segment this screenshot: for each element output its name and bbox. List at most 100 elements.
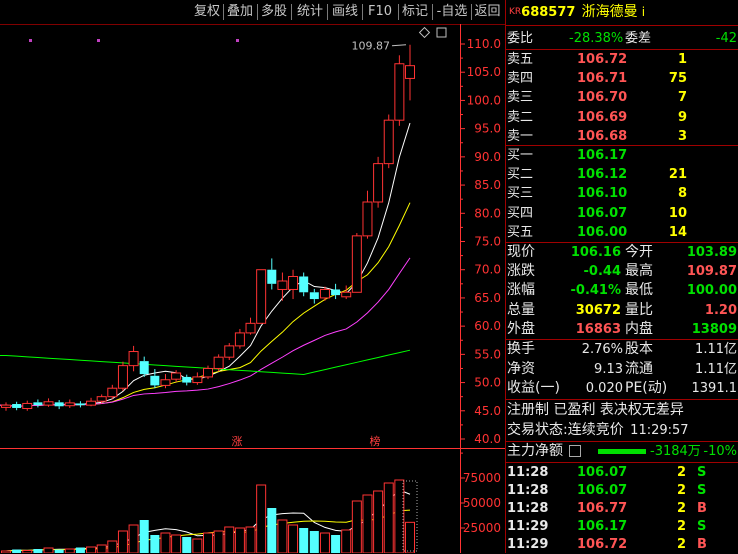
candle-body[interactable]: [203, 367, 213, 378]
kline-chart[interactable]: 110.0 105.0 100.0 95.0 90.0 85.0 80.0 75.0 70.0 6…: [0, 24, 505, 553]
candle-body[interactable]: [139, 361, 149, 375]
bid-label: 买四: [507, 205, 534, 221]
ask-row[interactable]: 卖四 106.71 75: [507, 69, 737, 88]
volume-bar: [117, 530, 128, 553]
event-dot[interactable]: [29, 39, 32, 42]
bid-label: 买三: [507, 186, 534, 202]
tick-row: 11:28 106.77 2 B: [507, 499, 737, 518]
event-dot[interactable]: [236, 39, 239, 42]
bid-row[interactable]: 买五 106.00 14: [507, 223, 737, 242]
toolbar-button-draw-line[interactable]: 画线: [331, 3, 359, 21]
volume-bar: [12, 549, 22, 553]
fundamental-value: 0.020: [585, 381, 623, 396]
price-tick-label: 110.0: [467, 37, 501, 51]
volume-tick-label: 75000: [463, 471, 501, 485]
price-tick-label: 65.0: [474, 291, 501, 305]
candle-body[interactable]: [75, 403, 85, 406]
ask-row[interactable]: 卖二 106.69 9: [507, 108, 737, 127]
tick-row: 11:29 106.72 2 B: [507, 535, 737, 554]
candle-body[interactable]: [12, 404, 22, 408]
bid-price: 106.10: [577, 186, 628, 202]
candle-body[interactable]: [150, 375, 160, 386]
candle-body[interactable]: [1, 404, 11, 408]
bid-row[interactable]: 买四 106.07 10: [507, 204, 737, 223]
candle-body[interactable]: [213, 356, 224, 369]
candle-body[interactable]: [128, 351, 139, 367]
toolbar-button-overlay[interactable]: 叠加: [226, 3, 254, 21]
candle-body[interactable]: [319, 288, 330, 299]
tick-time: 11:28: [507, 501, 549, 516]
toolbar-button-multi-stock[interactable]: 多股: [260, 3, 288, 21]
candle-body[interactable]: [86, 400, 97, 406]
toolbar-button-mark[interactable]: 标记: [401, 3, 429, 21]
candle-body[interactable]: [373, 163, 384, 203]
candle-body[interactable]: [96, 396, 107, 402]
candle-body[interactable]: [309, 292, 319, 300]
trade-status-label: 交易状态:: [507, 422, 568, 438]
window-icon[interactable]: [436, 27, 447, 38]
candle-body[interactable]: [43, 401, 54, 406]
candle-body[interactable]: [299, 276, 309, 293]
chart-toolbar: 复权 叠加 多股 统计 画线 F10 标记 -自选 返回: [0, 0, 505, 25]
event-marker-label[interactable]: 涨: [232, 435, 243, 448]
price-tick-label: 45.0: [474, 404, 501, 418]
candle-body[interactable]: [383, 119, 394, 165]
candle-body[interactable]: [341, 291, 352, 298]
candle-body[interactable]: [182, 376, 192, 383]
candle-body[interactable]: [192, 376, 203, 384]
list-icon[interactable]: [569, 445, 582, 457]
candle-body[interactable]: [54, 402, 64, 407]
fundamental-row: 收益(一) 0.020 PE(动) 1391.1: [507, 379, 737, 398]
volume-bar: [139, 520, 149, 553]
bid-row[interactable]: 买一 106.17: [507, 146, 737, 165]
tick-side: S: [697, 465, 707, 480]
candle-body[interactable]: [171, 372, 182, 380]
candle-body[interactable]: [22, 402, 33, 410]
tick-time: 11:28: [507, 483, 549, 498]
candle-body[interactable]: [405, 65, 415, 79]
quote-value: 13809: [691, 321, 737, 337]
candle-body[interactable]: [33, 402, 43, 406]
toolbar-button-back[interactable]: 返回: [473, 3, 502, 21]
quote-value: 30672: [575, 302, 621, 318]
candle-body[interactable]: [351, 235, 362, 293]
bid-row[interactable]: 买三 106.10 8: [507, 184, 737, 203]
ask-row[interactable]: 卖一 106.68 3: [507, 127, 737, 146]
quote-value: 1.20: [704, 302, 737, 318]
toolbar-button-f10[interactable]: F10: [366, 3, 394, 21]
toolbar-button-statistics[interactable]: 统计: [296, 3, 324, 21]
volume-bar: [277, 519, 288, 553]
event-dot[interactable]: [97, 39, 100, 42]
bid-row[interactable]: 买二 106.12 21: [507, 165, 737, 184]
diamond-icon[interactable]: [418, 26, 431, 39]
price-tick-label: 95.0: [474, 122, 501, 136]
candle-body[interactable]: [64, 402, 75, 407]
ask-price: 106.70: [577, 90, 628, 106]
candle-body[interactable]: [331, 289, 341, 296]
candle-body[interactable]: [224, 345, 235, 358]
candle-body[interactable]: [160, 379, 171, 386]
ask-row[interactable]: 卖三 106.70 7: [507, 88, 737, 107]
candle-body[interactable]: [362, 201, 373, 237]
ask-volume: 9: [677, 109, 687, 125]
toolbar-separator: [327, 4, 328, 20]
candle-body[interactable]: [256, 269, 267, 324]
tick-side: S: [697, 483, 707, 498]
ask-volume: 7: [677, 90, 687, 106]
toolbar-button-restore-rights[interactable]: 复权: [193, 3, 221, 21]
candle-body[interactable]: [267, 269, 277, 284]
candle-body[interactable]: [277, 280, 288, 290]
candle-body[interactable]: [107, 387, 118, 398]
candle-body[interactable]: [117, 365, 128, 389]
ask-row[interactable]: 卖五 106.72 1: [507, 50, 737, 69]
fundamental-row: 净资 9.13 流通 1.11亿: [507, 360, 737, 379]
quote-label: 最高: [625, 263, 653, 280]
candle-body[interactable]: [245, 322, 256, 334]
bid-volume: 21: [668, 167, 687, 183]
candle-body[interactable]: [288, 275, 299, 290]
stock-name-suffix: i: [641, 5, 646, 19]
candle-body[interactable]: [394, 63, 405, 121]
candle-body[interactable]: [234, 332, 245, 347]
event-marker-label[interactable]: 榜: [370, 434, 381, 448]
toolbar-button-remove-watchlist[interactable]: -自选: [434, 3, 470, 21]
